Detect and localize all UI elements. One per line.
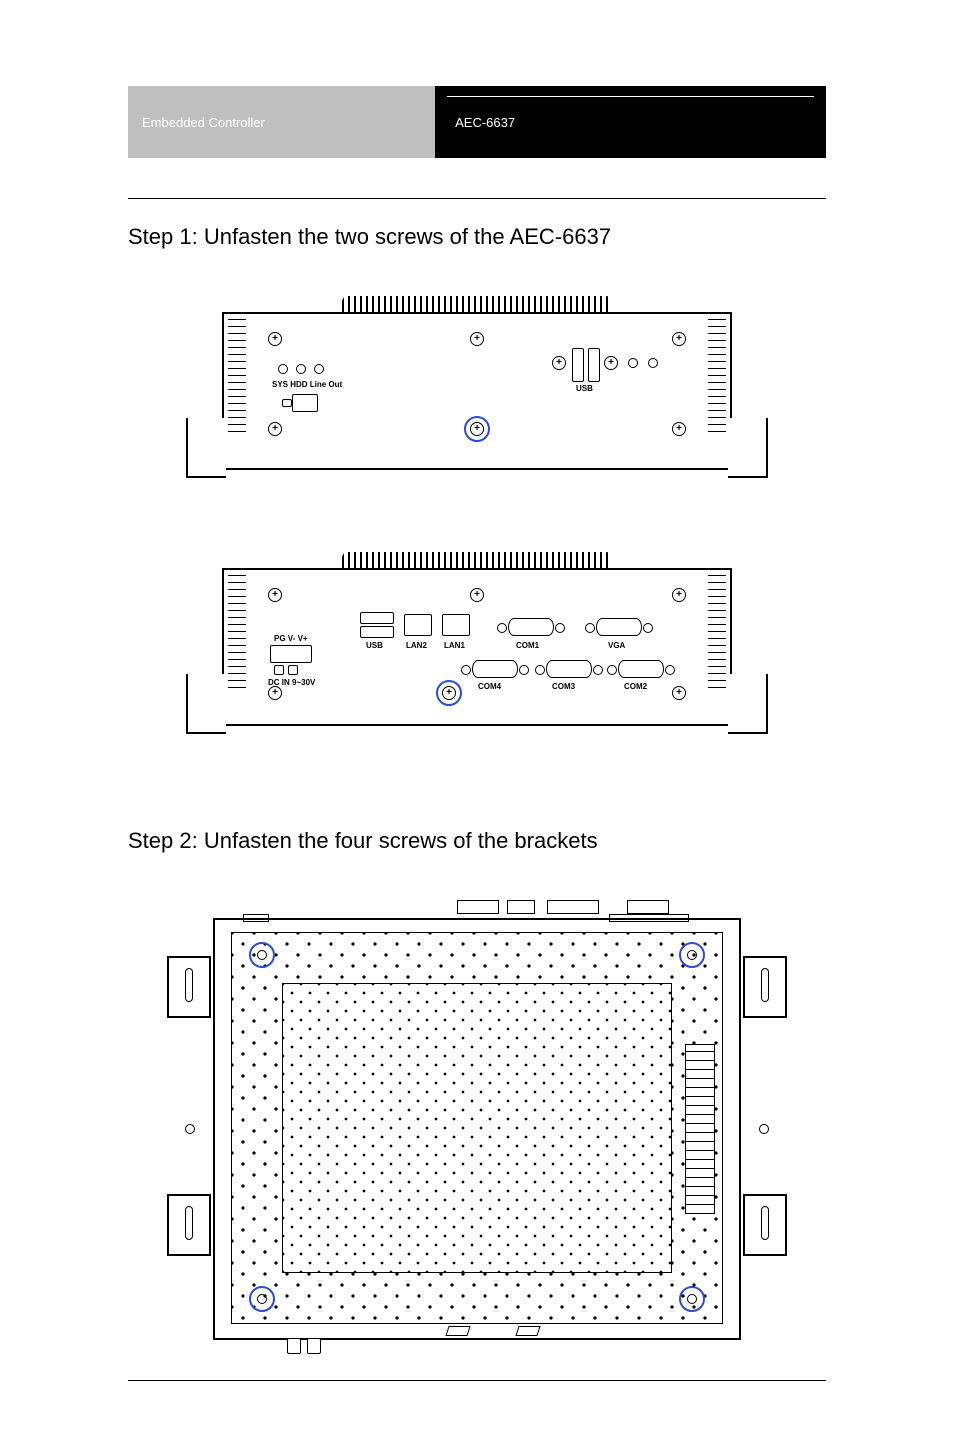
front-usb-label: USB [576, 384, 593, 393]
rear-pg-label: PG V- V+ [274, 634, 308, 643]
rear-lan1-label: LAN1 [444, 641, 465, 650]
diagram-bottom-view [157, 894, 797, 1360]
rear-usb-label: USB [366, 641, 383, 650]
highlight-ring-icon [679, 942, 705, 968]
rear-com2-label: COM2 [624, 682, 647, 691]
screw-icon [268, 686, 282, 700]
screw-icon [268, 332, 282, 346]
footer-divider [128, 1380, 826, 1381]
screw-icon [672, 422, 686, 436]
screw-icon [672, 588, 686, 602]
screw-icon [268, 422, 282, 436]
step-1-text: Step 1: Unfasten the two screws of the A… [128, 224, 611, 250]
screw-icon [268, 588, 282, 602]
rear-com1-label: COM1 [516, 641, 539, 650]
highlight-ring-icon [679, 1286, 705, 1312]
rear-com4-label: COM4 [478, 682, 501, 691]
rear-com3-label: COM3 [552, 682, 575, 691]
step-2-text: Step 2: Unfasten the four screws of the … [128, 828, 598, 854]
screw-icon [552, 356, 566, 370]
screw-icon [672, 686, 686, 700]
section-divider [128, 198, 826, 199]
header-left: Embedded Controller [128, 86, 435, 158]
header-right: AEC-6637 [435, 86, 826, 158]
highlight-ring-icon [464, 416, 490, 442]
screw-icon [672, 332, 686, 346]
rear-vga-label: VGA [608, 641, 625, 650]
front-led-label: SYS HDD Line Out [272, 380, 342, 389]
diagram-front-view: SYS HDD Line Out USB [182, 286, 772, 506]
highlight-ring-icon [249, 1286, 275, 1312]
header-right-text: AEC-6637 [455, 115, 515, 130]
highlight-ring-icon [436, 680, 462, 706]
diagram-rear-view: PG V- V+ DC IN 9~30V USB LAN2 LAN1 COM1 … [182, 542, 772, 762]
screw-icon [470, 588, 484, 602]
page-header-band: Embedded Controller AEC-6637 [128, 86, 826, 158]
screw-icon [470, 332, 484, 346]
screw-icon [604, 356, 618, 370]
highlight-ring-icon [249, 942, 275, 968]
header-left-text: Embedded Controller [142, 115, 265, 130]
rear-lan2-label: LAN2 [406, 641, 427, 650]
